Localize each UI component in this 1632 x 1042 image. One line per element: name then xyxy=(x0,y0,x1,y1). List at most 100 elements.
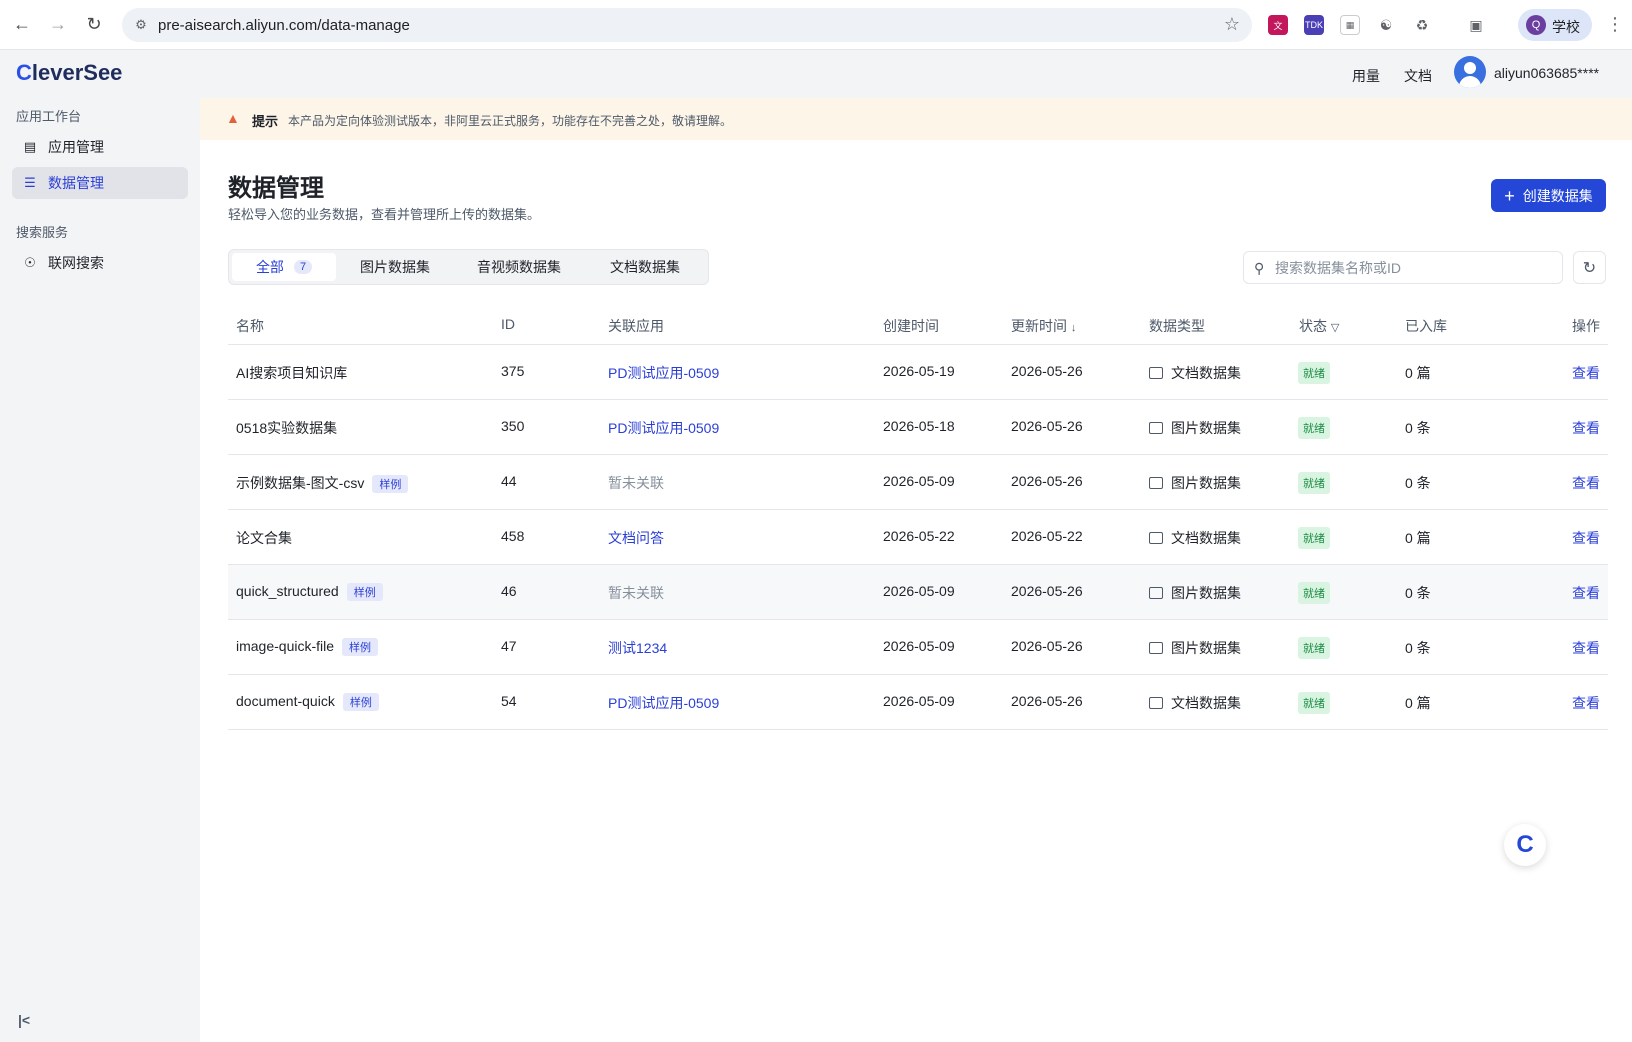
linked-app[interactable]: PD测试应用-0509 xyxy=(608,363,719,383)
dataset-name: 示例数据集-图文-csv 样例 xyxy=(236,473,409,494)
col-stored: 已入库 xyxy=(1405,318,1447,334)
sidebar: CleverSee 应用工作台 ▤ 应用管理 ☰ 数据管理 搜索服务 ☉ 联网搜… xyxy=(0,50,200,1042)
view-button[interactable]: 查看 xyxy=(1572,363,1600,383)
search-input[interactable] xyxy=(1275,258,1545,278)
linked-app[interactable]: 文档问答 xyxy=(608,528,664,548)
dataset-name: image-quick-file 样例 xyxy=(236,638,379,657)
linked-app[interactable]: 测试1234 xyxy=(608,638,667,658)
sidebar-item-data-manage[interactable]: ☰ 数据管理 xyxy=(12,167,188,199)
image-dataset-icon xyxy=(1149,587,1163,599)
updated-time: 2026-05-26 xyxy=(1011,638,1083,654)
updated-time: 2026-05-26 xyxy=(1011,583,1083,599)
image-dataset-icon xyxy=(1149,642,1163,654)
forward-icon[interactable]: → xyxy=(46,12,70,36)
bell-icon: ▲ xyxy=(226,110,240,126)
avatar[interactable] xyxy=(1454,56,1486,88)
table-row[interactable]: 示例数据集-图文-csv 样例 44 暂未关联 2026-05-09 2026-05-26… xyxy=(228,455,1608,510)
tab-label: 全部 xyxy=(255,259,284,275)
tab-label: 图片数据集 xyxy=(360,259,430,275)
notice-banner: ▲ 提示 本产品为定向体验测试版本，非阿里云正式服务，功能存在不完善之处，敬请理… xyxy=(200,98,1632,140)
updated-time: 2026-05-26 xyxy=(1011,473,1083,489)
tab-image[interactable]: 图片数据集 xyxy=(337,253,453,281)
view-button[interactable]: 查看 xyxy=(1572,528,1600,548)
collapse-sidebar-icon[interactable]: |< xyxy=(18,1012,30,1028)
created-time: 2026-05-18 xyxy=(883,418,955,434)
site-info-icon[interactable]: ⚙ xyxy=(132,16,150,34)
tab-audio-video[interactable]: 音视频数据集 xyxy=(453,253,585,281)
linked-app[interactable]: PD测试应用-0509 xyxy=(608,693,719,713)
table-row[interactable]: document-quick 样例 54 PD测试应用-0509 2026-05-09 2… xyxy=(228,675,1608,730)
view-button[interactable]: 查看 xyxy=(1572,693,1600,713)
profile-avatar: Q xyxy=(1526,15,1546,35)
data-type: 图片数据集 xyxy=(1149,638,1241,658)
dataset-name: 论文合集 xyxy=(236,530,292,546)
url-text[interactable]: pre-aisearch.aliyun.com/data-manage xyxy=(158,17,410,34)
dataset-name: AI搜索项目知识库 xyxy=(236,365,348,381)
tab-all[interactable]: 全部 7 xyxy=(232,253,336,281)
data-type: 图片数据集 xyxy=(1149,583,1241,603)
status-badge: 就绪 xyxy=(1298,417,1330,439)
tab-label: 文档数据集 xyxy=(610,259,680,275)
created-time: 2026-05-09 xyxy=(883,583,955,599)
screen-search-icon[interactable]: ▣ xyxy=(1466,15,1486,35)
sidebar-item-label: 联网搜索 xyxy=(48,255,104,271)
table-row[interactable]: image-quick-file 样例 47 测试1234 2026-05-09 2026… xyxy=(228,620,1608,675)
sample-tag: 样例 xyxy=(372,475,409,494)
page-subtitle: 轻松导入您的业务数据，查看并管理所上传的数据集。 xyxy=(228,207,541,222)
dataset-table: 名称 ID 关联应用 创建时间 更新时间 ↓ 数据类型 状态 ▽ 已入库 操作 … xyxy=(228,300,1608,730)
assistant-bot-icon[interactable]: C xyxy=(1504,824,1546,866)
search-icon: ⚲ xyxy=(1254,260,1265,276)
linked-app: 暂未关联 xyxy=(608,475,664,491)
logo[interactable]: CleverSee xyxy=(16,60,122,86)
helper-extension-icon[interactable]: ☯ xyxy=(1376,15,1396,35)
profile-button[interactable]: Q 学校 xyxy=(1518,9,1592,41)
status-badge: 就绪 xyxy=(1298,637,1330,659)
dataset-id: 350 xyxy=(501,418,525,434)
extensions-puzzle-icon[interactable]: ♻ xyxy=(1412,15,1432,35)
created-time: 2026-05-09 xyxy=(883,473,955,489)
col-action: 操作 xyxy=(1572,318,1600,334)
back-icon[interactable]: ← xyxy=(10,12,34,36)
sidebar-item-web-search[interactable]: ☉ 联网搜索 xyxy=(12,247,188,279)
sample-tag: 样例 xyxy=(342,638,379,657)
col-app: 关联应用 xyxy=(608,318,664,334)
col-created: 创建时间 xyxy=(883,318,939,334)
stored-count: 0 篇 xyxy=(1405,365,1431,381)
sidebar-item-app-manage[interactable]: ▤ 应用管理 xyxy=(12,131,188,163)
reload-icon[interactable]: ↻ xyxy=(82,12,106,36)
docs-link[interactable]: 文档 xyxy=(1404,66,1432,86)
status-badge: 就绪 xyxy=(1298,582,1330,604)
usage-link[interactable]: 用量 xyxy=(1352,66,1380,86)
tdk-extension-icon[interactable]: TDK xyxy=(1304,15,1324,35)
col-status[interactable]: 状态 ▽ xyxy=(1299,316,1339,336)
table-row[interactable]: quick_structured 样例 46 暂未关联 2026-05-09 2026-0… xyxy=(228,565,1608,620)
view-button[interactable]: 查看 xyxy=(1572,473,1600,493)
filter-icon[interactable]: ▽ xyxy=(1331,322,1339,334)
view-button[interactable]: 查看 xyxy=(1572,583,1600,603)
app-icon: ▤ xyxy=(23,139,37,154)
bookmark-star-icon[interactable]: ☆ xyxy=(1224,14,1240,35)
col-updated[interactable]: 更新时间 ↓ xyxy=(1011,316,1076,336)
image-dataset-icon xyxy=(1149,422,1163,434)
sort-desc-icon[interactable]: ↓ xyxy=(1071,322,1077,334)
document-dataset-icon xyxy=(1149,367,1163,379)
tab-document[interactable]: 文档数据集 xyxy=(585,253,705,281)
linked-app[interactable]: PD测试应用-0509 xyxy=(608,418,719,438)
translate-extension-icon[interactable]: 文 xyxy=(1268,15,1288,35)
username[interactable]: aliyun063685**** xyxy=(1494,65,1599,81)
address-bar[interactable]: ⚙ pre-aisearch.aliyun.com/data-manage ☆ xyxy=(122,8,1252,42)
image-extension-icon[interactable]: ▦ xyxy=(1340,15,1360,35)
stored-count: 0 篇 xyxy=(1405,530,1431,546)
table-row[interactable]: 论文合集 458 文档问答 2026-05-22 2026-05-22 文档数据集 就绪 0 … xyxy=(228,510,1608,565)
browser-menu-icon[interactable]: ⋮ xyxy=(1606,14,1624,35)
table-row[interactable]: 0518实验数据集 350 PD测试应用-0509 2026-05-18 2026-05… xyxy=(228,400,1608,455)
view-button[interactable]: 查看 xyxy=(1572,418,1600,438)
view-button[interactable]: 查看 xyxy=(1572,638,1600,658)
create-dataset-button[interactable]: + 创建数据集 xyxy=(1491,179,1606,212)
status-badge: 就绪 xyxy=(1298,472,1330,494)
table-row[interactable]: AI搜索项目知识库 375 PD测试应用-0509 2026-05-19 2026-05… xyxy=(228,345,1608,400)
refresh-button[interactable]: ↻ xyxy=(1573,251,1606,284)
sample-tag: 样例 xyxy=(342,693,379,712)
created-time: 2026-05-22 xyxy=(883,528,955,544)
document-dataset-icon xyxy=(1149,532,1163,544)
